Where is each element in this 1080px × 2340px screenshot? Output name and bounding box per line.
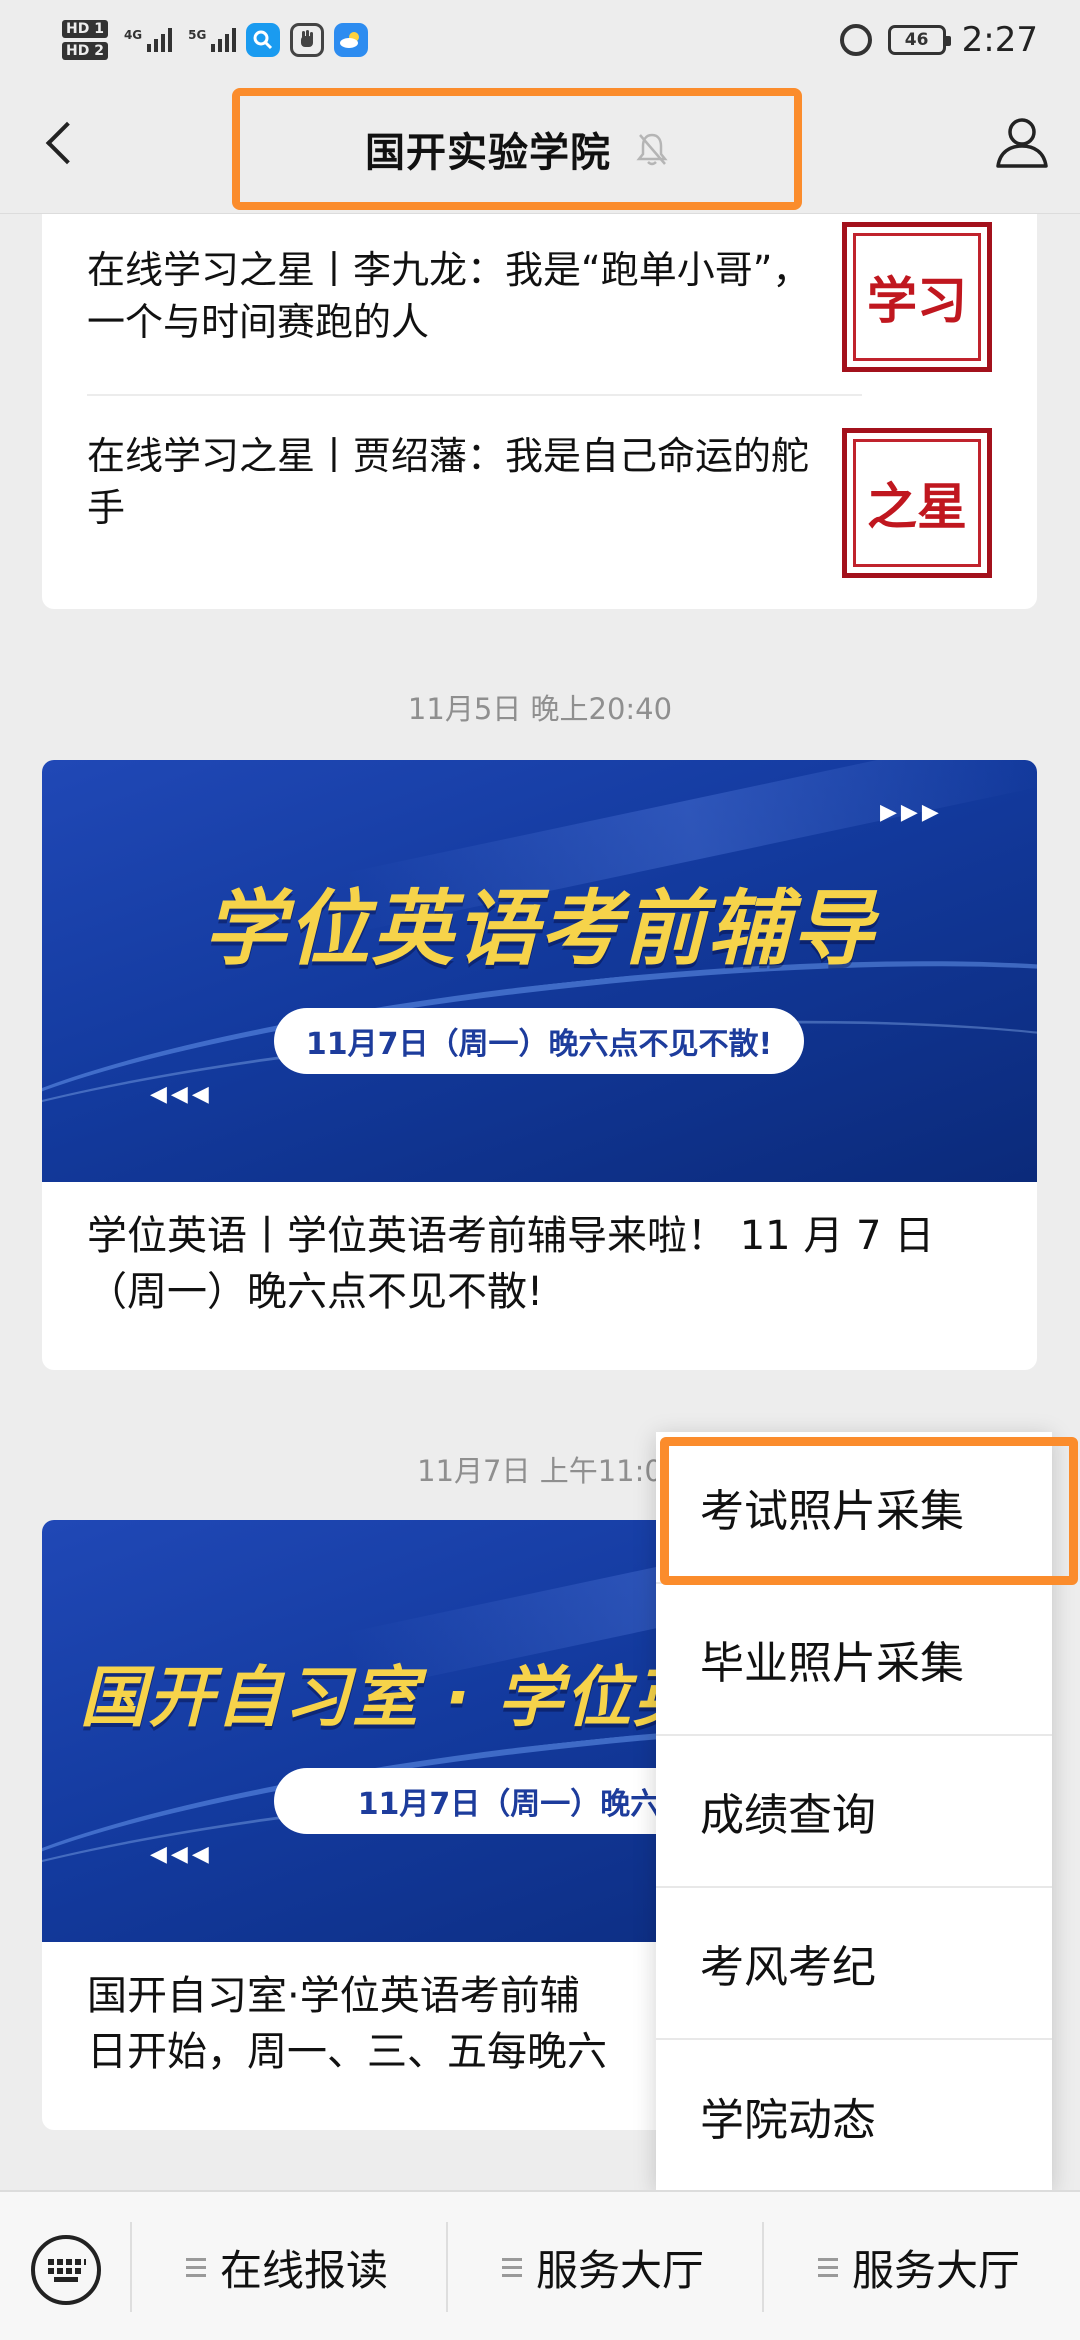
menu-lines-icon: [502, 2257, 522, 2277]
battery-level: 46: [904, 30, 929, 50]
article-card: 在线学习之星丨李九龙：我是“跑单小哥”，一个与时间赛跑的人 学习 在线学习之星丨…: [42, 214, 1037, 609]
alarm-icon: [839, 24, 872, 56]
status-time: 2:27: [961, 20, 1038, 60]
menu-item-grade-query[interactable]: 成绩查询: [656, 1736, 1052, 1888]
bottom-menu-bar: 在线报读 服务大厅 服务大厅: [0, 2190, 1080, 2340]
weather-app-icon: [334, 23, 369, 57]
sim2-label: HD 2: [62, 42, 108, 60]
article-thumbnail: 学习: [842, 222, 992, 372]
network1-label: 4G: [123, 28, 143, 42]
divider: [762, 2222, 764, 2312]
menu-item-exam-photo[interactable]: 考试照片采集: [656, 1432, 1052, 1584]
bottom-menu-label: 服务大厅: [852, 2245, 1021, 2295]
popup-menu: 考试照片采集 毕业照片采集 成绩查询 考风考纪 学院动态: [656, 1432, 1052, 2190]
article-item[interactable]: 在线学习之星丨李九龙：我是“跑单小哥”，一个与时间赛跑的人 学习: [87, 214, 992, 394]
bottom-menu-label: 在线报读: [220, 2245, 389, 2295]
network2-label: 5G: [188, 28, 207, 42]
menu-lines-icon: [186, 2257, 206, 2277]
bottom-menu-service-hall-2[interactable]: 服务大厅: [818, 2192, 1020, 2340]
bottom-menu-online-enroll[interactable]: 在线报读: [186, 2192, 388, 2340]
mute-notification-icon: [636, 133, 668, 166]
arrows-left-icon: ◀◀◀: [150, 1842, 213, 1867]
banner-heading: 学位英语考前辅导: [203, 882, 876, 977]
article-caption: 学位英语丨学位英语考前辅导来啦！ 11 月 7 日（周一）晚六点不见不散!: [87, 1213, 935, 1315]
status-bar: HD 1 HD 2 4G 5G 46 2:27: [0, 0, 1080, 80]
article-item[interactable]: 在线学习之星丨贾绍藩：我是自己命运的舵手 之星: [87, 396, 992, 596]
article-thumbnail: 之星: [842, 428, 992, 578]
menu-lines-icon: [818, 2257, 838, 2277]
menu-item-graduation-photo[interactable]: 毕业照片采集: [656, 1584, 1052, 1736]
profile-icon[interactable]: [992, 112, 1052, 172]
arrows-left-icon: ◀◀◀: [150, 1082, 213, 1107]
bottom-menu-label: 服务大厅: [536, 2245, 705, 2295]
banner-heading: 国开自习室 · 学位英: [80, 1659, 702, 1736]
bottom-menu-service-hall[interactable]: 服务大厅: [502, 2192, 704, 2340]
divider: [446, 2222, 448, 2312]
page-title: 国开实验学院: [365, 130, 611, 176]
article-banner: ▶▶▶ 学位英语考前辅导 11月7日（周一）晚六点不见不散! ◀◀◀: [42, 760, 1037, 1182]
back-button[interactable]: [40, 124, 82, 166]
sim-indicator: HD 1 HD 2: [62, 20, 108, 60]
article-card[interactable]: ▶▶▶ 学位英语考前辅导 11月7日（周一）晚六点不见不散! ◀◀◀ 学位英语丨…: [42, 760, 1037, 1370]
menu-item-exam-discipline[interactable]: 考风考纪: [656, 1888, 1052, 2040]
banner-pill: 11月7日（周一）晚六点不见不散!: [274, 1008, 804, 1074]
title-highlight-box: 国开实验学院: [232, 88, 802, 210]
keyboard-icon[interactable]: [28, 2232, 104, 2308]
article-title: 在线学习之星丨贾绍藩：我是自己命运的舵手: [87, 434, 810, 530]
signal-4g-icon: 4G: [123, 28, 173, 52]
message-timestamp: 11月5日 晚上20:40: [407, 692, 673, 726]
divider: [130, 2222, 132, 2312]
nav-bar: 国开实验学院: [0, 80, 1080, 214]
search-app-icon: [246, 23, 281, 57]
battery-icon: 46: [887, 25, 951, 55]
thumbnail-text: 学习: [867, 272, 967, 330]
arrows-right-icon: ▶▶▶: [880, 800, 943, 825]
signal-5g-icon: 5G: [188, 28, 237, 52]
menu-item-college-news[interactable]: 学院动态: [656, 2040, 1052, 2192]
article-title: 在线学习之星丨李九龙：我是“跑单小哥”，一个与时间赛跑的人: [87, 248, 811, 344]
sim1-label: HD 1: [62, 20, 108, 38]
hand-app-icon: [290, 23, 325, 57]
thumbnail-text: 之星: [867, 478, 967, 536]
